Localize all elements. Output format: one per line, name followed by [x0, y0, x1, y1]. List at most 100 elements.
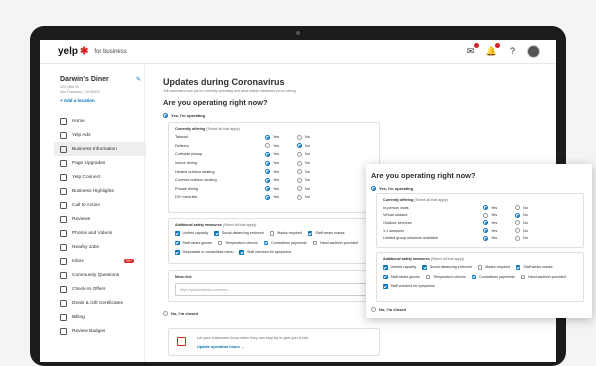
zoom-no-option[interactable]: No, I'm closed	[371, 307, 406, 312]
yes-radio[interactable]	[265, 169, 270, 175]
yes-radio[interactable]	[483, 228, 488, 234]
yes-radio[interactable]	[265, 151, 270, 157]
no-radio[interactable]	[297, 186, 302, 192]
safety-checkbox[interactable]: Social distancing enforced	[214, 229, 264, 238]
avatar[interactable]	[527, 45, 540, 58]
safety-checkbox[interactable]: Staff wears gloves	[383, 273, 420, 282]
no-radio[interactable]	[297, 169, 302, 175]
sidebar-item-review-badges[interactable]: Review Badges	[54, 324, 146, 338]
yes-radio[interactable]	[265, 143, 270, 149]
checkbox-icon[interactable]	[422, 265, 427, 270]
safety-checkbox[interactable]: Staff checked for symptoms	[383, 282, 435, 291]
sidebar-item-call-to-action[interactable]: Call to Action	[54, 198, 146, 212]
yes-radio[interactable]	[265, 177, 270, 183]
offering-yes-option[interactable]: Yes	[483, 235, 515, 241]
offering-yes-option[interactable]: Yes	[265, 186, 297, 192]
checkbox-icon[interactable]	[312, 240, 318, 245]
no-radio[interactable]	[515, 228, 520, 234]
safety-checkbox[interactable]: Masks required	[477, 263, 510, 272]
sidebar-item-home[interactable]: Home	[54, 114, 146, 128]
yes-radio[interactable]	[265, 134, 270, 140]
checkbox-icon[interactable]	[263, 240, 269, 245]
safety-checkbox[interactable]: Staff checked for symptoms	[239, 248, 291, 257]
checkbox-icon[interactable]	[175, 231, 180, 236]
offering-no-option[interactable]: No	[515, 212, 547, 218]
offering-yes-option[interactable]: Yes	[265, 169, 297, 175]
yes-radio[interactable]	[483, 212, 488, 218]
sidebar-item-nearby-jobs[interactable]: Nearby Jobs	[54, 240, 146, 254]
add-location-link[interactable]: + Add a location	[60, 98, 95, 103]
offering-yes-option[interactable]: Yes	[265, 134, 297, 140]
no-radio[interactable]	[163, 311, 168, 316]
no-radio[interactable]	[297, 177, 302, 183]
no-radio[interactable]	[515, 205, 520, 211]
safety-checkbox[interactable]: Staff wears masks	[307, 229, 345, 238]
checkbox-icon[interactable]	[307, 231, 313, 236]
sidebar-item-yelp-ads[interactable]: Yelp Ads	[54, 128, 146, 142]
notifications-icon[interactable]: 🔔	[485, 43, 500, 58]
checkbox-icon[interactable]	[425, 274, 431, 279]
sidebar-item-yelp-connect[interactable]: Yelp Connect	[54, 170, 146, 184]
safety-checkbox[interactable]: Staff wears gloves	[175, 239, 212, 248]
sidebar-item-page-upgrades[interactable]: Page Upgrades	[54, 156, 146, 170]
yes-radio[interactable]	[265, 160, 270, 166]
yes-radio[interactable]	[265, 186, 270, 192]
offering-yes-option[interactable]: Yes	[483, 212, 515, 218]
checkbox-icon[interactable]	[217, 240, 223, 245]
safety-checkbox[interactable]: Hand sanitizer provided	[520, 273, 566, 282]
no-radio[interactable]	[297, 151, 302, 157]
menu-link-input[interactable]: https://yourbusiness.com/menu	[175, 283, 373, 296]
offering-no-option[interactable]: No	[297, 160, 329, 166]
checkbox-icon[interactable]	[175, 240, 180, 245]
operating-no-option[interactable]: No, I'm closed	[163, 311, 198, 316]
no-radio[interactable]	[297, 160, 302, 166]
checkbox-icon[interactable]	[520, 274, 526, 279]
no-radio[interactable]	[297, 134, 302, 140]
checkbox-icon[interactable]	[383, 265, 388, 270]
messages-icon[interactable]: ✉	[464, 43, 479, 58]
sidebar-item-inbox[interactable]: Inbox 99+	[54, 254, 146, 268]
no-radio[interactable]	[515, 235, 520, 241]
zoom-yes-option[interactable]: Yes, I'm operating	[371, 186, 413, 191]
yes-radio[interactable]	[265, 194, 270, 200]
checkbox-icon[interactable]	[383, 284, 388, 289]
yes-radio[interactable]	[483, 220, 488, 226]
yes-radio[interactable]	[483, 205, 488, 211]
safety-checkbox[interactable]: Social distancing enforced	[422, 263, 472, 272]
checkbox-icon[interactable]	[269, 231, 275, 236]
offering-no-option[interactable]: No	[515, 235, 547, 241]
yes-radio[interactable]	[483, 235, 488, 241]
checkbox-icon[interactable]	[175, 250, 180, 255]
edit-icon[interactable]: ✎	[136, 76, 141, 83]
sidebar-item-community-questions[interactable]: Community Questions	[54, 268, 146, 282]
safety-checkbox[interactable]: Staff wears masks	[515, 263, 553, 272]
no-radio[interactable]	[515, 220, 520, 226]
no-radio[interactable]	[515, 212, 520, 218]
zoom-yes-radio[interactable]	[371, 186, 376, 191]
offering-no-option[interactable]: No	[515, 205, 547, 211]
checkbox-icon[interactable]	[383, 274, 388, 279]
offering-yes-option[interactable]: Yes	[265, 160, 297, 166]
no-radio[interactable]	[297, 143, 302, 149]
help-icon[interactable]: ?	[506, 45, 519, 58]
sidebar-item-deals-gift-certificates[interactable]: Deals & Gift Certificates	[54, 296, 146, 310]
checkbox-icon[interactable]	[471, 274, 477, 279]
safety-checkbox[interactable]: Temperature checks	[425, 273, 466, 282]
offering-yes-option[interactable]: Yes	[483, 228, 515, 234]
offering-no-option[interactable]: No	[297, 151, 329, 157]
zoom-no-radio[interactable]	[371, 307, 376, 312]
operating-yes-option[interactable]: Yes, I'm operating	[163, 113, 205, 118]
safety-checkbox[interactable]: Contactless payments	[471, 273, 515, 282]
offering-no-option[interactable]: No	[515, 220, 547, 226]
yes-radio[interactable]	[163, 113, 168, 118]
offering-yes-option[interactable]: Yes	[265, 151, 297, 157]
no-radio[interactable]	[297, 194, 302, 200]
offering-yes-option[interactable]: Yes	[483, 220, 515, 226]
safety-checkbox[interactable]: Masks required	[269, 229, 302, 238]
offering-yes-option[interactable]: Yes	[265, 177, 297, 183]
offering-yes-option[interactable]: Yes	[265, 143, 297, 149]
offering-no-option[interactable]: No	[297, 177, 329, 183]
checkbox-icon[interactable]	[214, 231, 219, 236]
sidebar-item-business-information[interactable]: Business Information	[54, 142, 146, 156]
offering-no-option[interactable]: No	[515, 228, 547, 234]
